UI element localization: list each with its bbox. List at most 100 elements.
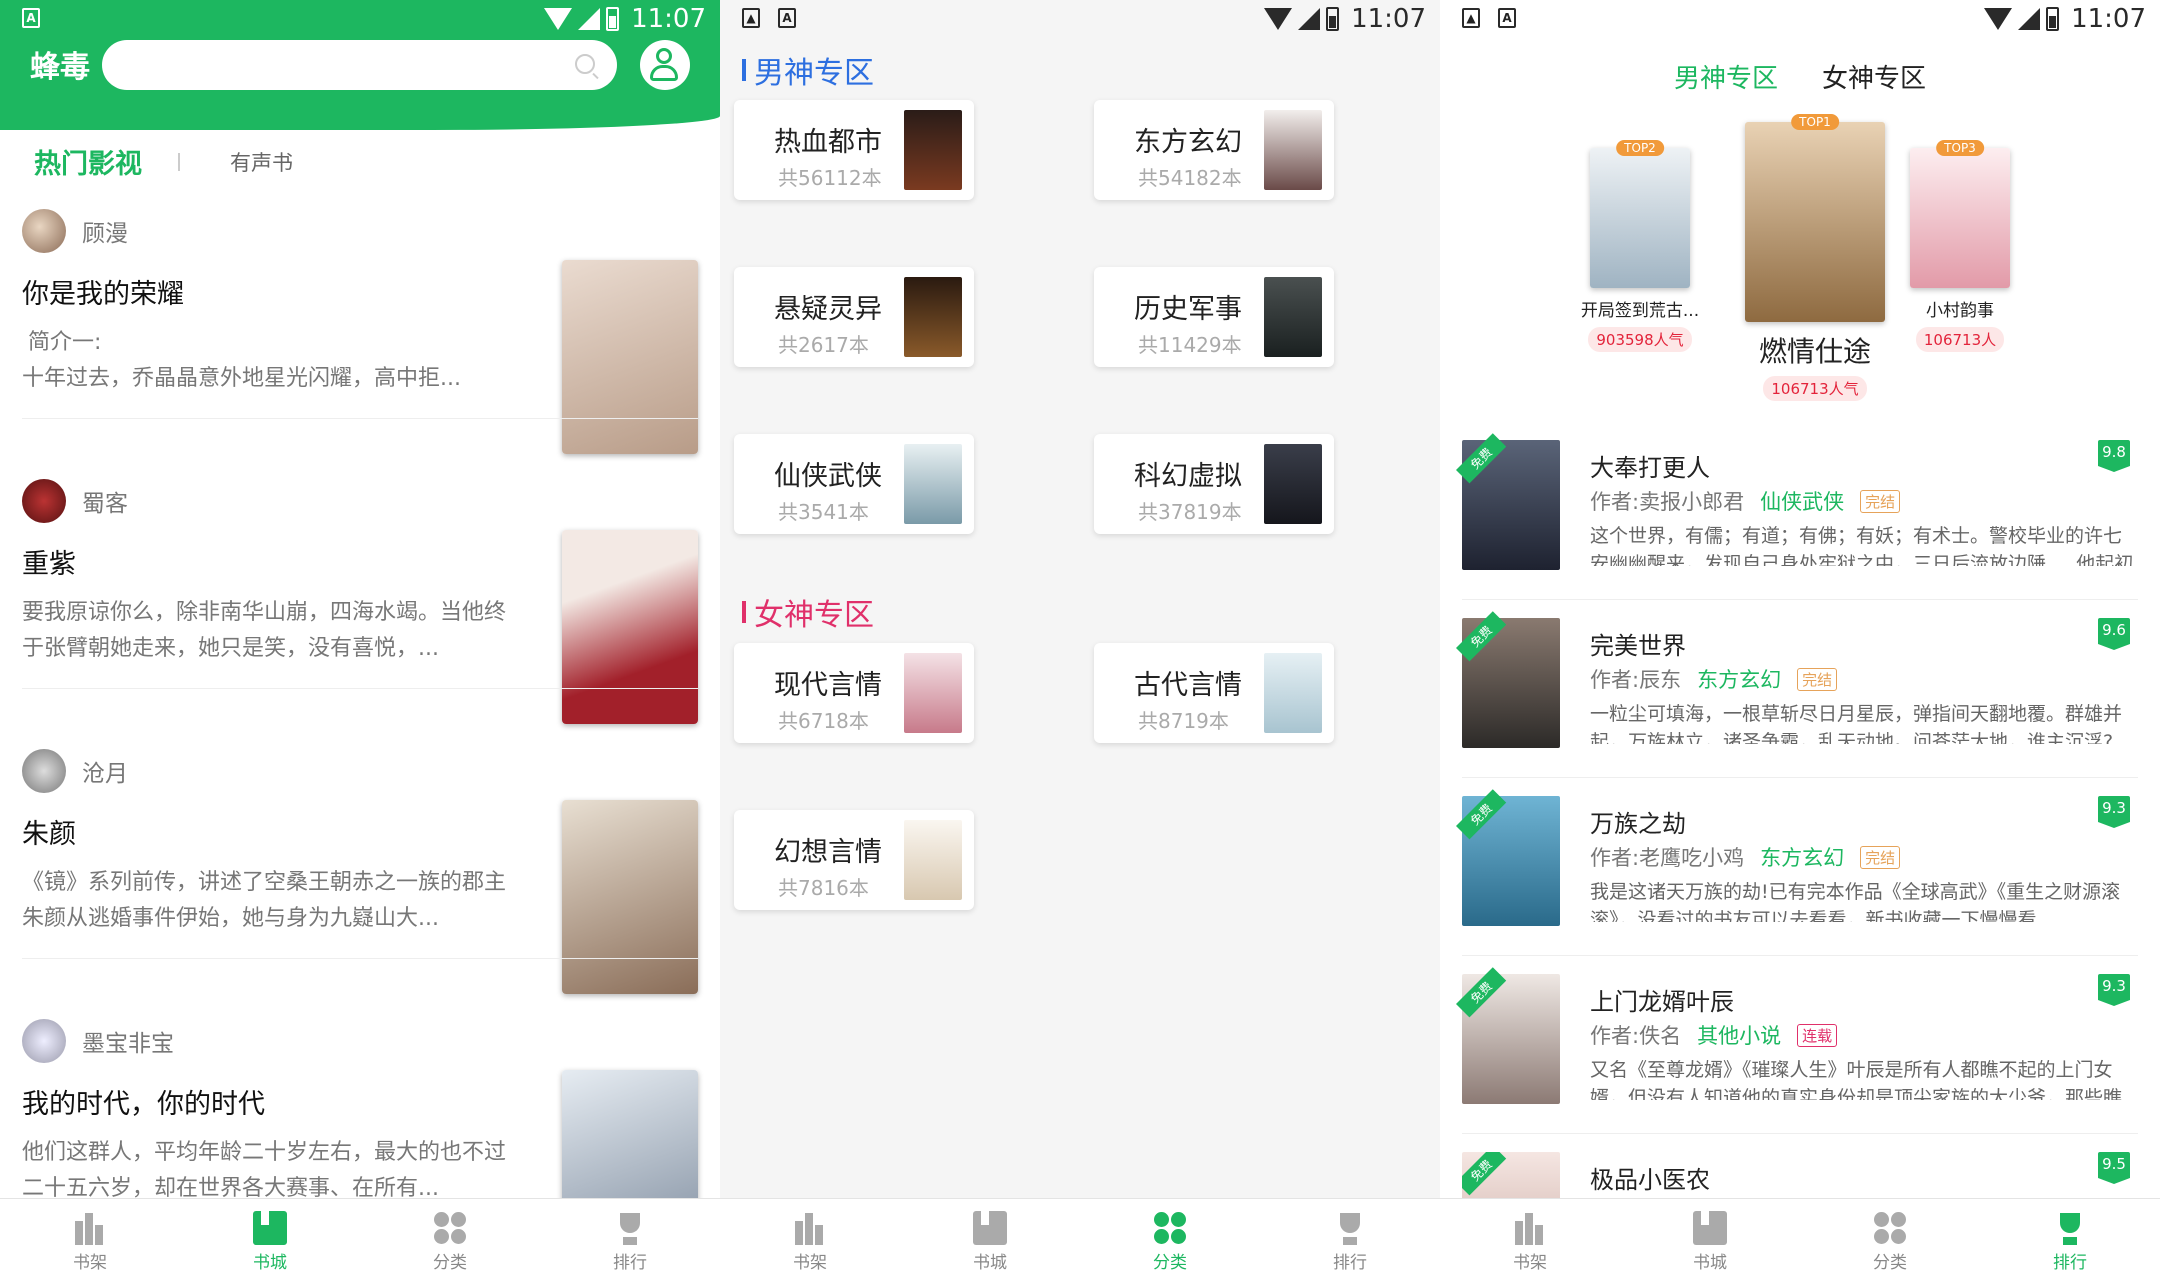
book-cover[interactable]: 免费 — [1462, 1152, 1560, 1198]
category-name: 热血都市 — [774, 127, 882, 158]
nav-category[interactable]: 分类 — [360, 1199, 540, 1280]
book-cover[interactable]: 免费 — [1456, 433, 1560, 570]
nav-bookstore[interactable]: 书城 — [900, 1199, 1080, 1280]
rank-list-item[interactable]: 免费 完美世界 作者:辰东 东方玄幻 完结 一粒尘可填海，一根草斩尽日月星辰，弹指间… — [1456, 611, 2138, 778]
author-name[interactable]: 蜀客 — [82, 484, 128, 518]
book-desc: 又名《至尊龙婿》《璀璨人生》叶辰是所有人都瞧不起的上门女婿，但没有人知道他的真实… — [1590, 1059, 2123, 1100]
tab-audiobooks[interactable]: 有声书 — [230, 147, 293, 177]
book-cover[interactable]: TOP1 — [1745, 114, 1885, 322]
nav-ranking[interactable]: 排行 — [1260, 1199, 1440, 1280]
status-time: 11:07 — [631, 4, 706, 34]
category-card[interactable]: 热血都市 共56112本 — [734, 100, 974, 200]
category-count: 共8719本 — [1138, 709, 1229, 733]
nav-ranking[interactable]: 排行 — [1980, 1199, 2160, 1280]
author-name[interactable]: 墨宝非宝 — [82, 1024, 174, 1058]
genre-tag[interactable]: 仙侠武侠 — [1760, 486, 1844, 516]
podium-second[interactable]: TOP2 开局签到荒古... 903598人气 — [1580, 140, 1700, 352]
category-card[interactable]: 历史军事 共11429本 — [1094, 267, 1334, 367]
book-title[interactable]: 完美世界 — [1590, 626, 1686, 661]
author-name[interactable]: 顾漫 — [82, 214, 128, 248]
category-count: 共54182本 — [1138, 166, 1242, 190]
book-icon — [1693, 1211, 1727, 1245]
book-title[interactable]: 极品小医农 — [1590, 1160, 1710, 1195]
book-title[interactable]: 万族之劫 — [1590, 804, 1686, 839]
feed-item[interactable]: 沧月 朱颜 《镜》系列前传，讲述了空桑王朝赤之一族的郡主朱颜从逃婚事件伊始，她与… — [22, 748, 698, 994]
book-meta: 作者:佚名 其他小说 连载 — [1590, 1020, 1838, 1050]
book-desc: 一粒尘可填海，一根草斩尽日月星辰，弹指间天翻地覆。群雄并起，万族林立，诸圣争霸，… — [1590, 703, 2123, 744]
book-cover[interactable] — [562, 530, 698, 724]
tab-hot-films[interactable]: 热门影视 — [34, 142, 142, 181]
wifi-icon — [544, 8, 573, 30]
hot-badge: 903598人气 — [1588, 327, 1692, 352]
app-logo: 蜂毒 — [30, 50, 90, 85]
search-icon[interactable] — [575, 54, 595, 74]
book-cover[interactable] — [562, 260, 698, 454]
book-name[interactable]: 小村韵事 — [1900, 296, 2020, 321]
category-card[interactable]: 悬疑灵异 共2617本 — [734, 267, 974, 367]
category-cover — [904, 444, 962, 524]
nav-ranking[interactable]: 排行 — [540, 1199, 720, 1280]
status-badge: 完结 — [1860, 845, 1901, 869]
book-meta: 作者:卖报小郎君 仙侠武侠 完结 — [1590, 486, 1901, 516]
category-card[interactable]: 仙侠武侠 共3541本 — [734, 434, 974, 534]
feed-desc: 简介一: 十年过去，乔晶晶意外地星光闪耀，高中拒... — [22, 330, 461, 391]
tab-female[interactable]: 女神专区 — [1822, 58, 1926, 95]
rank-list-item[interactable]: 免费 万族之劫 作者:老鹰吃小鸡 东方玄幻 完结 我是这诸天万族的劫!已有完本作品《… — [1456, 789, 2138, 956]
category-card[interactable]: 现代言情 共6718本 — [734, 643, 974, 743]
feed-item[interactable]: 顾漫 你是我的荣耀 简介一: 十年过去，乔晶晶意外地星光闪耀，高中拒... — [22, 208, 698, 454]
free-tag: 免费 — [1456, 611, 1507, 662]
signal-icon — [578, 8, 601, 30]
book-cover[interactable]: TOP2 — [1590, 140, 1690, 288]
divider — [1462, 955, 2138, 956]
category-card[interactable]: 科幻虚拟 共37819本 — [1094, 434, 1334, 534]
rank-list-item[interactable]: 免费 极品小医农 9.5 — [1462, 1152, 2138, 1198]
podium-first[interactable]: TOP1 燃情仕途 106713人气 — [1735, 114, 1895, 401]
user-icon[interactable] — [640, 40, 690, 90]
book-cover[interactable]: TOP3 — [1910, 140, 2010, 288]
book-cover[interactable]: 免费 — [1456, 611, 1560, 748]
rank-list-item[interactable]: 免费 大奉打更人 作者:卖报小郎君 仙侠武侠 完结 这个世界，有儒；有道；有佛；有妖… — [1456, 433, 2138, 600]
status-badge: 连载 — [1797, 1023, 1838, 1047]
nav-bookstore[interactable]: 书城 — [1620, 1199, 1800, 1280]
category-name: 古代言情 — [1134, 670, 1242, 701]
avatar[interactable] — [22, 1019, 66, 1063]
category-card[interactable]: 东方玄幻 共54182本 — [1094, 100, 1334, 200]
category-name: 悬疑灵异 — [774, 294, 882, 325]
nav-category[interactable]: 分类 — [1800, 1199, 1980, 1280]
book-cover[interactable] — [562, 800, 698, 994]
category-card[interactable]: 古代言情共8719本 — [1094, 643, 1334, 743]
trophy-icon — [613, 1211, 647, 1245]
battery-icon — [606, 7, 620, 31]
avatar[interactable] — [22, 479, 66, 523]
score-badge: 9.3 — [2098, 974, 2130, 1006]
wifi-icon — [1264, 8, 1293, 30]
nav-category[interactable]: 分类 — [1080, 1199, 1260, 1280]
feed-item[interactable]: 墨宝非宝 我的时代，你的时代 他们这群人，平均年龄二十岁左右，最大的也不过二十五… — [22, 1018, 698, 1264]
nav-bookshelf[interactable]: 书架 — [1440, 1199, 1620, 1280]
genre-tag[interactable]: 东方玄幻 — [1697, 664, 1781, 694]
book-cover[interactable]: 免费 — [1456, 789, 1560, 926]
book-name[interactable]: 燃情仕途 — [1735, 330, 1895, 370]
search-input[interactable] — [102, 40, 617, 90]
genre-tag[interactable]: 其他小说 — [1697, 1020, 1781, 1050]
feed-item[interactable]: 蜀客 重紫 要我原谅你么，除非南华山崩，四海水竭。当他终于张臂朝她走来，她只是笑… — [22, 478, 698, 724]
nav-bookshelf[interactable]: 书架 — [0, 1199, 180, 1280]
book-meta: 作者:老鹰吃小鸡 东方玄幻 完结 — [1590, 842, 1901, 872]
avatar[interactable] — [22, 749, 66, 793]
tab-male[interactable]: 男神专区 — [1674, 58, 1778, 95]
podium-third[interactable]: TOP3 小村韵事 106713人 — [1900, 140, 2020, 352]
nav-bookstore[interactable]: 书城 — [180, 1199, 360, 1280]
book-name[interactable]: 开局签到荒古... — [1580, 296, 1700, 321]
author-name[interactable]: 沧月 — [82, 754, 128, 788]
book-title[interactable]: 大奉打更人 — [1590, 448, 1710, 483]
book-title[interactable]: 上门龙婿叶辰 — [1590, 982, 1734, 1017]
rank-list-item[interactable]: 免费 上门龙婿叶辰 作者:佚名 其他小说 连载 又名《至尊龙婿》《璀璨人生》叶辰是所… — [1456, 967, 2138, 1134]
category-card[interactable]: 幻想言情 共7816本 — [734, 810, 974, 910]
genre-tag[interactable]: 东方玄幻 — [1760, 842, 1844, 872]
nav-bookshelf[interactable]: 书架 — [720, 1199, 900, 1280]
book-cover[interactable]: 免费 — [1456, 967, 1560, 1104]
signal-icon — [1298, 8, 1321, 30]
avatar[interactable] — [22, 209, 66, 253]
section-bar — [742, 59, 746, 81]
book-desc: 我是这诸天万族的劫!已有完本作品《全球高武》《重生之财源滚滚》，没看过的书友可以… — [1590, 881, 2121, 922]
